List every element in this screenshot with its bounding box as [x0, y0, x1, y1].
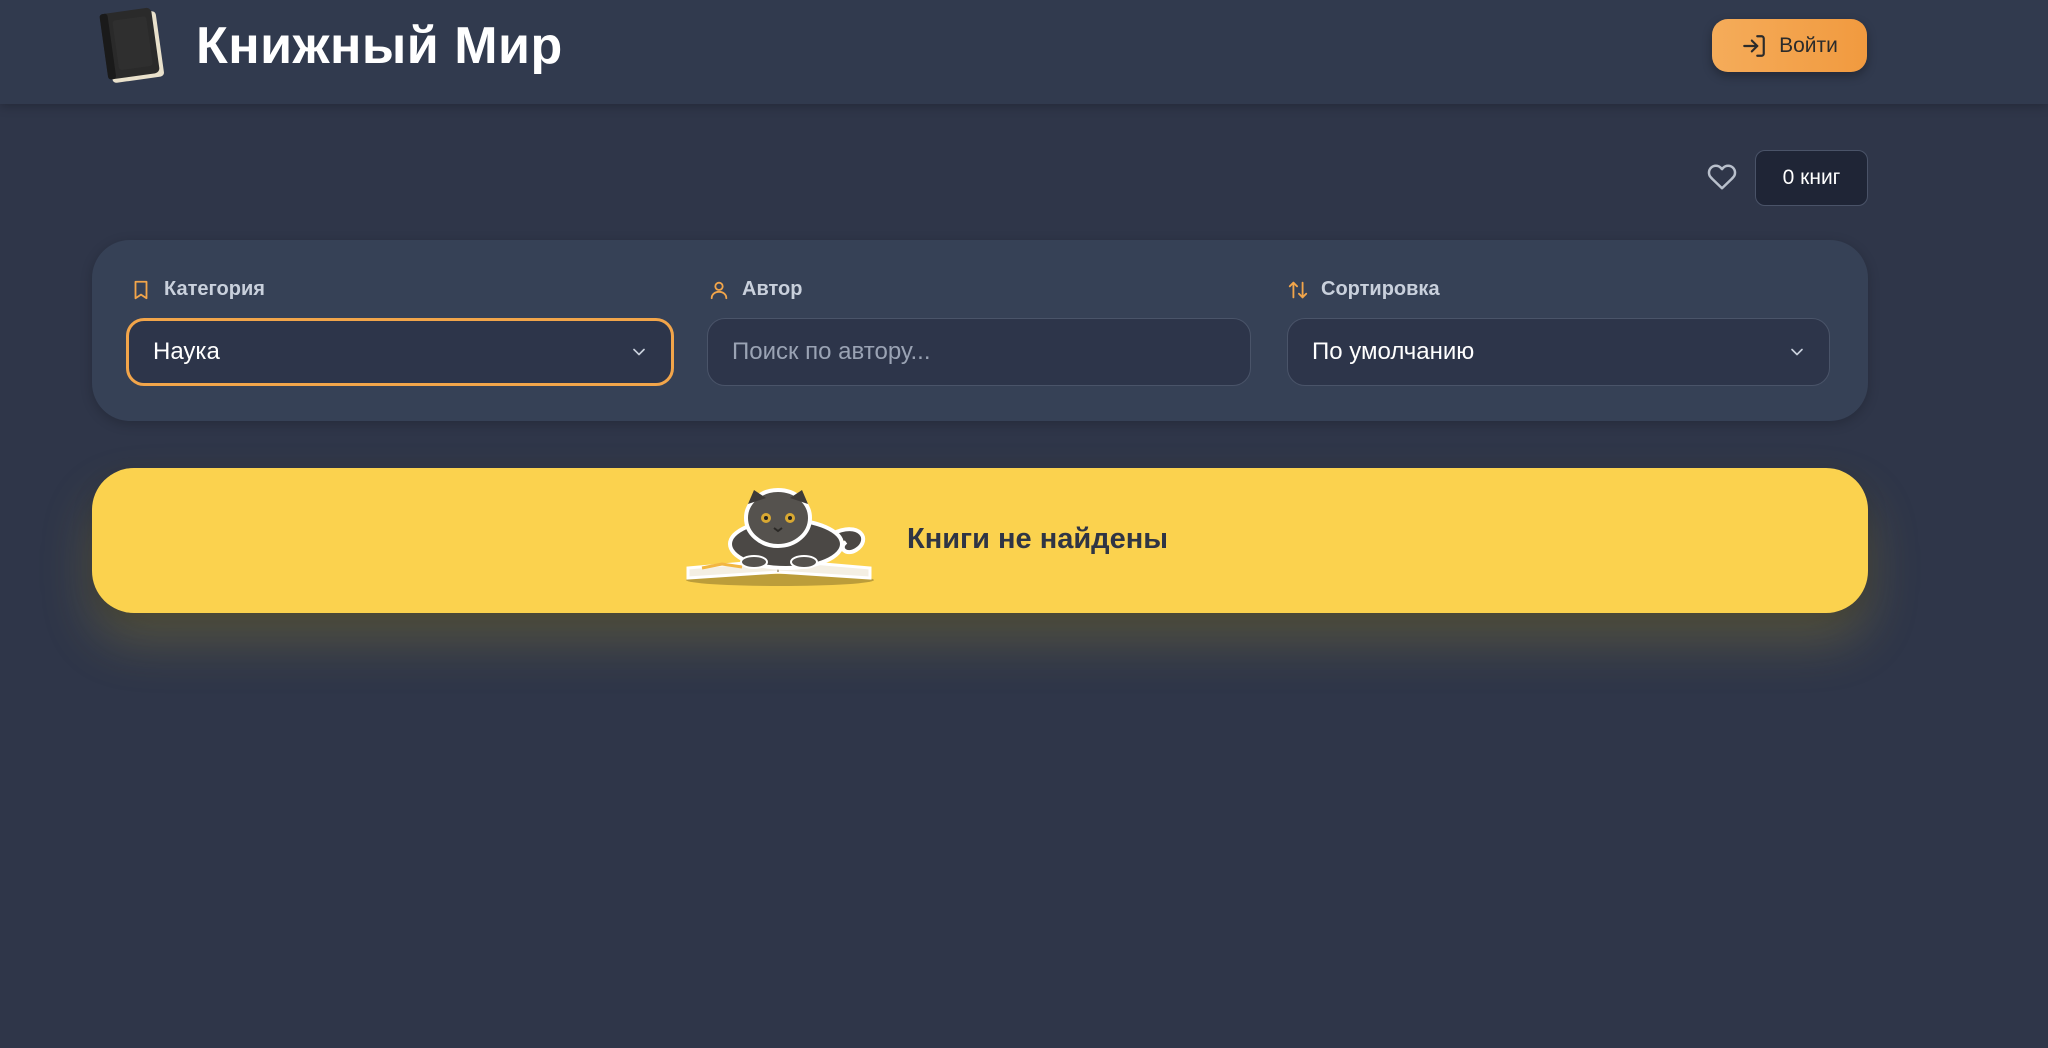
category-label: Категория — [130, 278, 265, 301]
category-label-text: Категория — [164, 278, 265, 300]
heart-icon[interactable] — [1706, 162, 1738, 192]
author-search-input[interactable] — [732, 338, 1226, 366]
user-icon — [710, 281, 728, 299]
book-count-label: 0 книг — [1782, 166, 1841, 189]
login-label: Войти — [1779, 33, 1838, 57]
sort-arrows-icon — [1288, 281, 1308, 298]
login-button[interactable]: Войти — [1712, 19, 1867, 72]
empty-results-message: Книги не найдены — [907, 523, 1168, 555]
chevron-down-icon — [1791, 348, 1803, 356]
book-icon — [94, 4, 174, 88]
author-search-field[interactable] — [707, 318, 1251, 386]
sort-label: Сортировка — [1287, 278, 1440, 301]
sort-selected-value: По умолчанию — [1312, 338, 1475, 365]
brand-title: Книжный Мир — [196, 17, 563, 75]
login-arrow-icon — [1743, 34, 1765, 57]
category-selected-value: Наука — [153, 338, 220, 365]
bookmark-icon — [134, 280, 148, 299]
cat-reading-illustration — [682, 484, 878, 588]
category-select[interactable]: Наука — [126, 318, 674, 386]
sort-select[interactable]: По умолчанию — [1287, 318, 1830, 386]
author-label-text: Автор — [742, 278, 803, 300]
author-label: Автор — [708, 278, 802, 301]
book-count-badge[interactable]: 0 книг — [1755, 150, 1868, 206]
top-header: Книжный Мир Войти — [0, 0, 2048, 104]
chevron-down-icon — [633, 348, 645, 356]
sort-label-text: Сортировка — [1321, 278, 1440, 300]
